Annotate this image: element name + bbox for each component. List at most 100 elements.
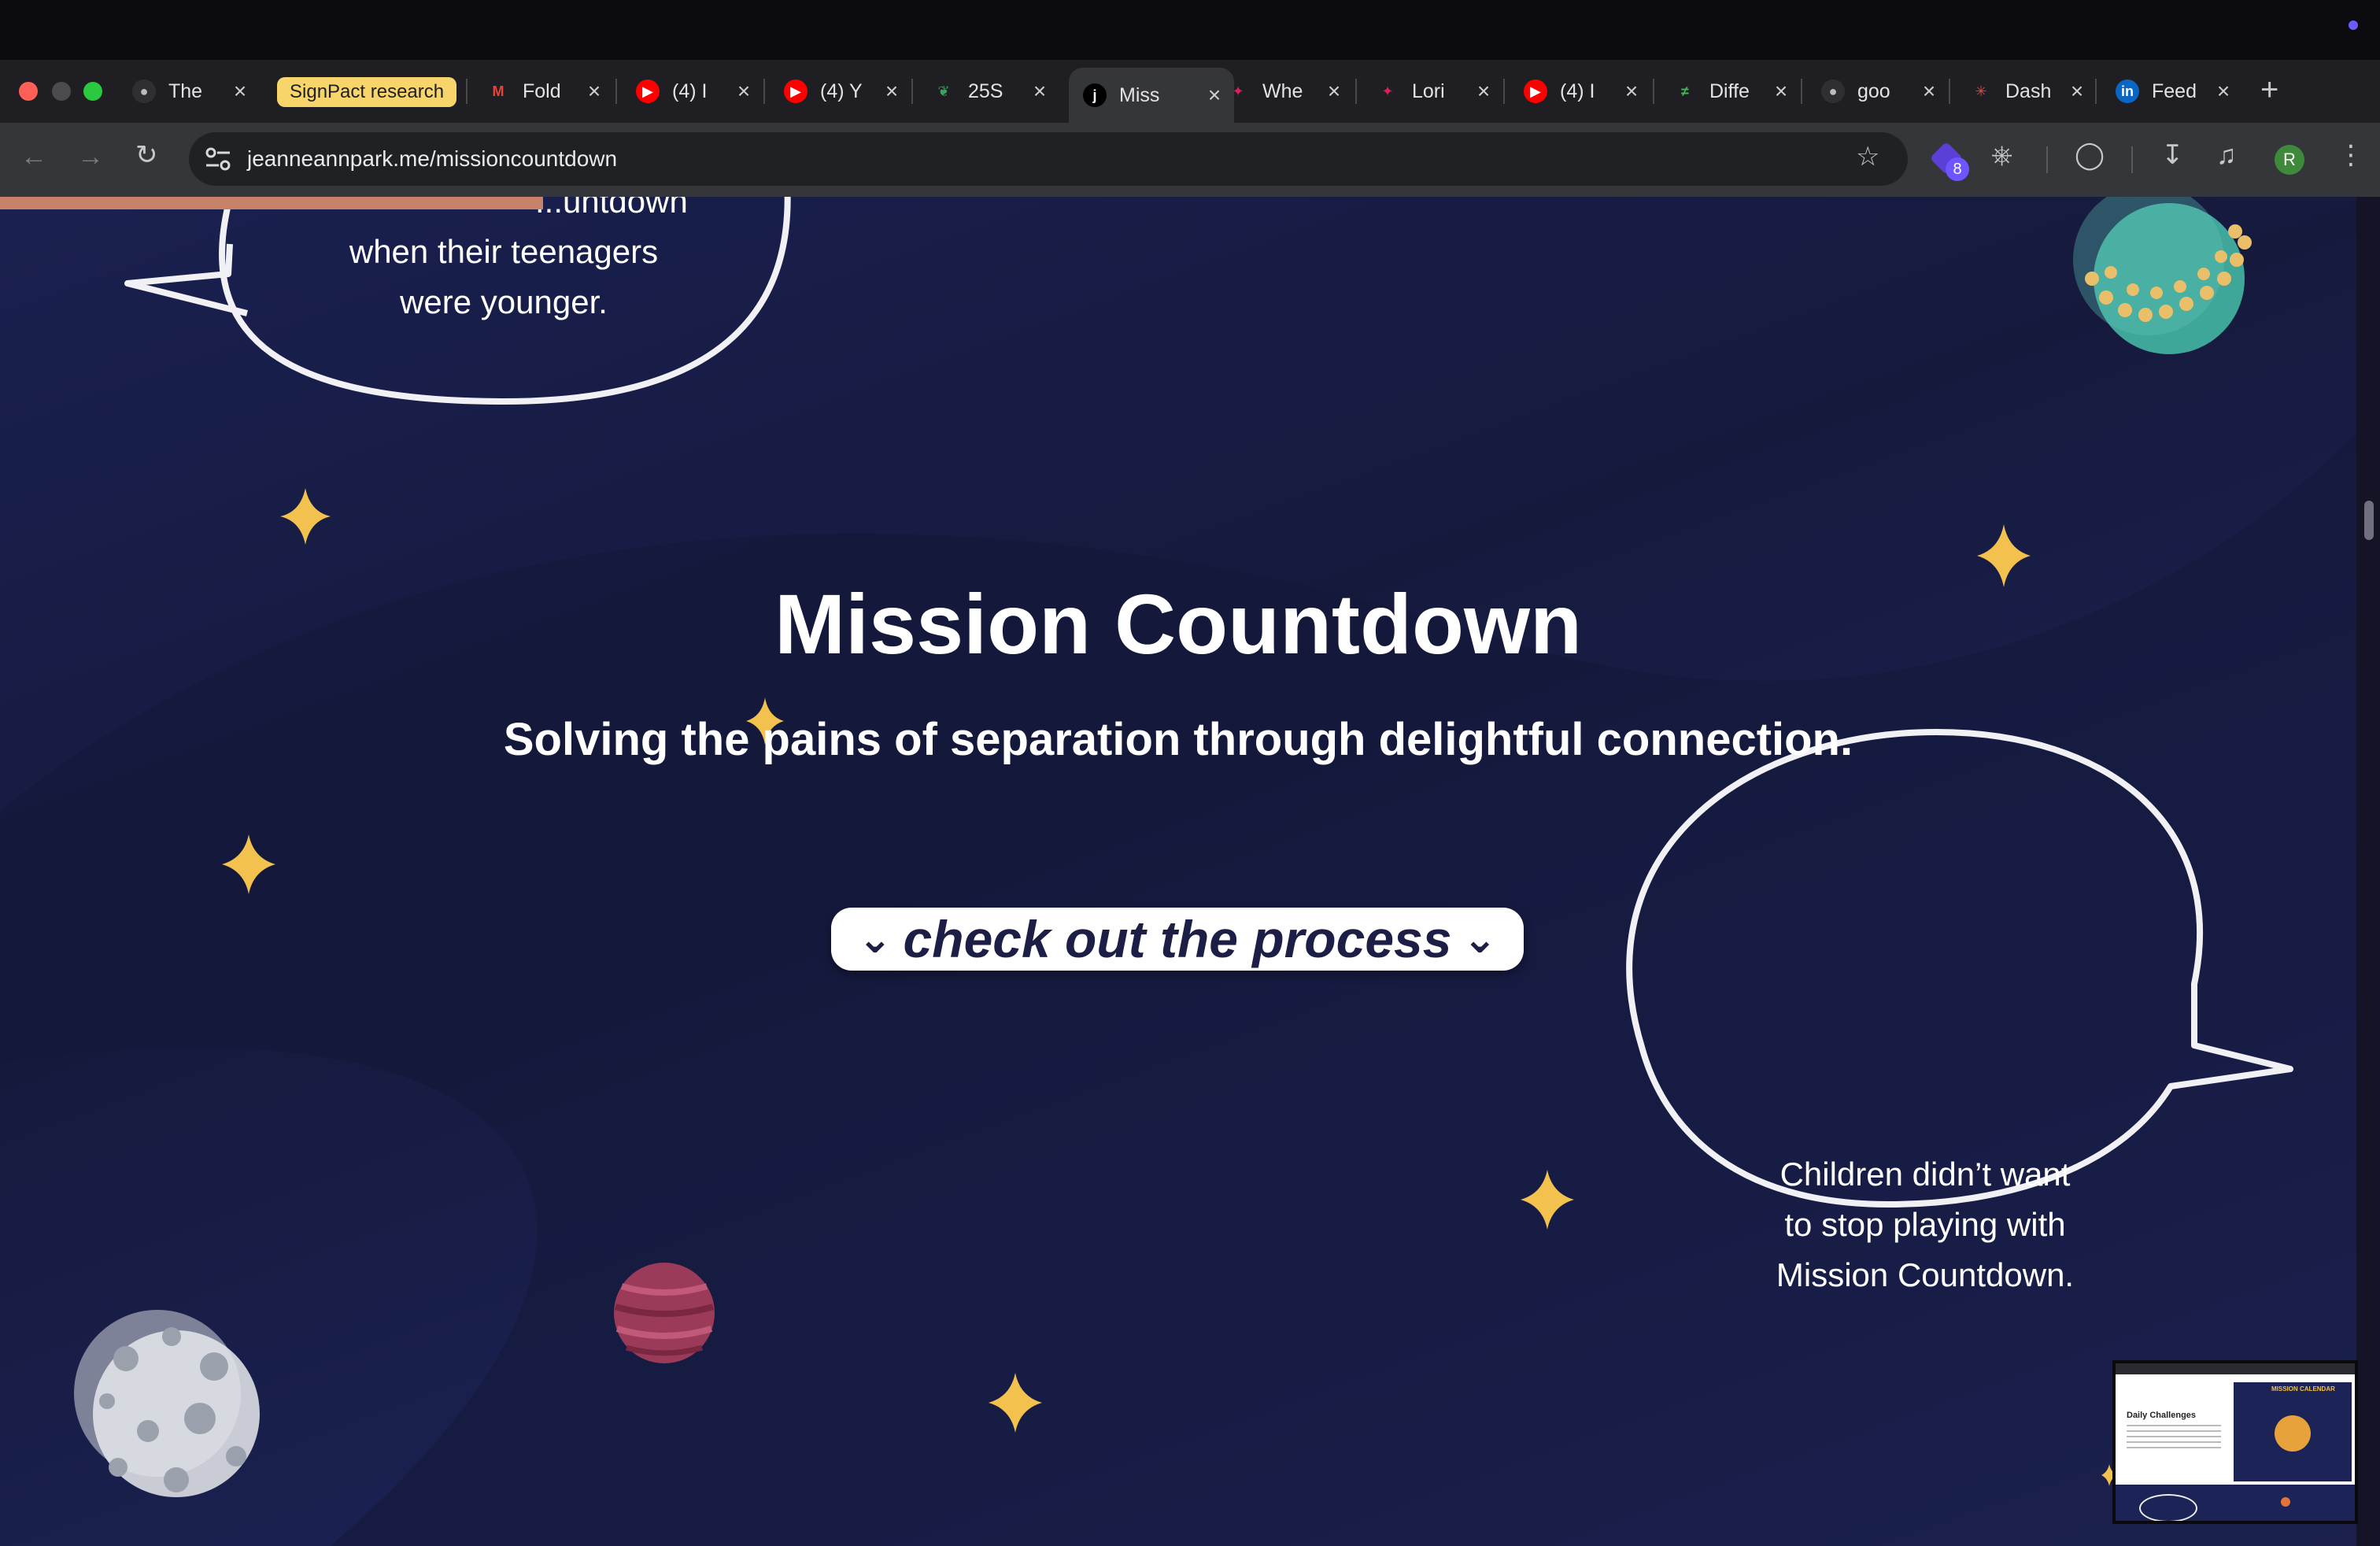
tab-4[interactable]: ▶ (4) Y ×: [770, 68, 911, 115]
tab-separator: [1801, 79, 1802, 104]
dashboard-icon: ✳: [1975, 83, 1987, 99]
check-out-process-button[interactable]: ⌄ check out the process ⌄: [831, 908, 1524, 971]
close-tab-icon[interactable]: ×: [1028, 79, 1051, 104]
linkedin-icon: in: [2116, 80, 2139, 103]
download-icon[interactable]: ↧: [2161, 142, 2184, 168]
close-tab-icon[interactable]: ×: [2212, 79, 2235, 104]
close-tab-icon[interactable]: ×: [732, 79, 756, 104]
tab-search-icon[interactable]: ◯: [2075, 142, 2105, 168]
thumb-text-block: [2127, 1425, 2221, 1452]
url-text: jeanneannpark.me/missioncountdown: [247, 146, 618, 171]
new-tab-button[interactable]: +: [2260, 74, 2278, 105]
maximize-window-button[interactable]: [83, 82, 102, 101]
tab-3[interactable]: ▶ (4) I ×: [622, 68, 763, 115]
bubble-line: Children didn’t want: [1779, 1156, 2071, 1193]
tab-title: (4) I: [672, 80, 708, 102]
forward-icon[interactable]: →: [77, 143, 104, 170]
screenshot-thumbnail[interactable]: Daily Challenges MISSION CALENDAR: [2112, 1360, 2358, 1524]
close-window-button[interactable]: [19, 82, 38, 101]
scrollbar-thumb[interactable]: [2364, 501, 2374, 540]
minimize-window-button[interactable]: [52, 82, 71, 101]
bookmark-star-icon[interactable]: ☆: [1856, 143, 1879, 170]
thumb-calendar-label: MISSION CALENDAR: [2271, 1385, 2335, 1393]
page-title: Mission Countdown: [774, 576, 1582, 671]
tab-9[interactable]: ▶ (4) I ×: [1510, 68, 1651, 115]
tab-title: Lori: [1412, 80, 1445, 102]
toolbar-divider: [2131, 146, 2133, 173]
close-tab-icon[interactable]: ×: [1322, 79, 1346, 104]
diff-icon: ≠: [1681, 83, 1689, 99]
page-content: ...untdown when their teenagers were you…: [0, 197, 2356, 1546]
thumb-heading: Daily Challenges: [2127, 1411, 2197, 1420]
address-bar[interactable]: jeanneannpark.me/missioncountdown: [189, 132, 1908, 186]
bubble-line: Mission Countdown.: [1776, 1256, 2075, 1293]
tab-8[interactable]: ✦ Lori ×: [1362, 68, 1503, 115]
globe-icon: ●: [132, 80, 156, 103]
notification-dot: [2349, 20, 2358, 30]
tab-11[interactable]: ● goo ×: [1807, 68, 1949, 115]
close-tab-icon[interactable]: ×: [228, 79, 252, 104]
close-tab-icon[interactable]: ×: [1769, 79, 1793, 104]
tab-separator: [1949, 79, 1950, 104]
tab-title: The: [168, 80, 203, 102]
scrollbar[interactable]: [2356, 197, 2380, 1546]
close-tab-icon[interactable]: ×: [880, 79, 904, 104]
background-art: [0, 197, 2356, 1546]
tab-separator: [466, 79, 468, 104]
tab-separator: [1355, 79, 1357, 104]
chevron-down-icon: ⌄: [857, 916, 893, 962]
close-tab-icon[interactable]: ×: [1917, 79, 1941, 104]
tab-title: 25S: [968, 80, 1003, 102]
thumb-planet-icon: [2281, 1497, 2290, 1507]
tab-title: Diffe: [1709, 80, 1750, 102]
bubble-line: to stop playing with: [1784, 1206, 2066, 1243]
tab-title: Feed: [2152, 80, 2197, 102]
teal-planet-icon: [2073, 197, 2252, 354]
extensions-puzzle-icon[interactable]: ⎈: [1991, 142, 2012, 168]
thumb-bubble: [2139, 1494, 2197, 1521]
cta-label: check out the process: [903, 910, 1452, 968]
tab-separator: [1653, 79, 1654, 104]
tab-6[interactable]: j Miss ×: [1069, 68, 1234, 123]
tab-1[interactable]: ● The ×: [118, 68, 260, 115]
bubble-line: when their teenagers: [349, 233, 659, 270]
tab-separator: [763, 79, 765, 104]
tab-title: Miss: [1119, 83, 1160, 106]
tab-separator: [615, 79, 617, 104]
tab-13[interactable]: in Feed ×: [2101, 68, 2243, 115]
speech-bubble-top-text: ...untdown when their teenagers were you…: [283, 197, 724, 327]
tab-5[interactable]: ❦ 25S ×: [918, 68, 1059, 115]
close-tab-icon[interactable]: ×: [2065, 79, 2089, 104]
slack-icon: ✦: [1381, 83, 1394, 99]
speech-bubble-right-text: Children didn’t want to stop playing wit…: [1689, 1149, 2161, 1300]
extension-badge: 8: [1946, 157, 1969, 181]
tab-title: Dash: [2005, 80, 2052, 102]
tab-12[interactable]: ✳ Dash ×: [1955, 68, 2097, 115]
menu-icon[interactable]: ⋮: [2338, 142, 2364, 168]
tab-separator: [911, 79, 913, 104]
tab-separator: [2095, 79, 2097, 104]
reload-icon[interactable]: ↻: [135, 142, 158, 168]
tab-group-label[interactable]: SignPact research: [277, 77, 457, 107]
tab-7[interactable]: ✦ Whe ×: [1212, 68, 1354, 115]
site-info-icon[interactable]: [203, 145, 233, 173]
gmail-icon: M: [492, 83, 504, 99]
reading-progress-bar: [0, 197, 543, 209]
profile-avatar[interactable]: R: [2275, 145, 2304, 175]
page-subtitle: Solving the pains of separation through …: [503, 714, 1853, 765]
red-planet-icon: [614, 1263, 715, 1363]
toolbar-divider: [2046, 146, 2048, 173]
back-icon[interactable]: ←: [20, 143, 47, 170]
bubble-line: were younger.: [400, 283, 608, 320]
tab-10[interactable]: ≠ Diffe ×: [1659, 68, 1801, 115]
youtube-icon: ▶: [636, 80, 660, 103]
media-control-icon[interactable]: ♫: [2216, 142, 2237, 168]
youtube-icon: ▶: [1524, 80, 1547, 103]
close-tab-icon[interactable]: ×: [1620, 79, 1643, 104]
tab-title: Whe: [1262, 80, 1303, 102]
close-tab-icon[interactable]: ×: [582, 79, 606, 104]
tab-2[interactable]: M Fold ×: [472, 68, 614, 115]
close-tab-icon[interactable]: ×: [1472, 79, 1495, 104]
tab-title: goo: [1857, 80, 1890, 102]
tab-separator: [1503, 79, 1505, 104]
